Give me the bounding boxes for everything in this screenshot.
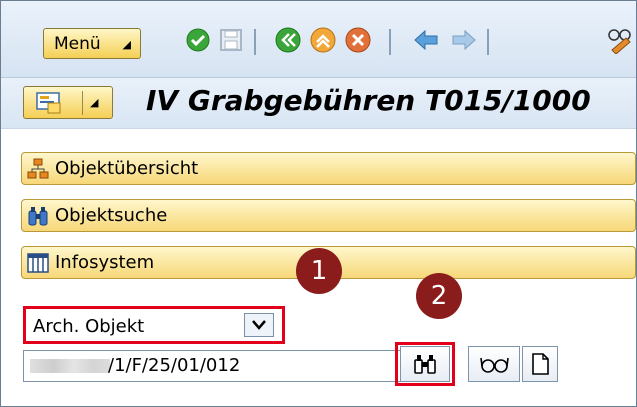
- page-title: IV Grabgebühren T015/1000: [146, 84, 591, 117]
- arrow-left-icon[interactable]: [411, 25, 441, 55]
- nav-label: Objektsuche: [55, 205, 168, 226]
- back-icon[interactable]: [273, 25, 303, 55]
- display-button[interactable]: [468, 346, 520, 382]
- chevron-down-icon[interactable]: [244, 313, 274, 337]
- nav-label: Objektübersicht: [55, 158, 199, 179]
- search-category-select[interactable]: Arch. Objekt: [23, 306, 285, 344]
- caret-icon: ◢: [90, 96, 99, 109]
- hierarchy-icon: [27, 158, 49, 180]
- step-badge-1: 1: [296, 248, 342, 294]
- save-icon[interactable]: [216, 25, 246, 55]
- cancel-icon[interactable]: [343, 25, 373, 55]
- check-icon[interactable]: [183, 25, 213, 55]
- highlight-box: [395, 342, 455, 386]
- caret-icon: ◢: [122, 38, 131, 51]
- separator: [389, 29, 391, 55]
- glasses-icon[interactable]: [606, 25, 636, 55]
- step-badge-2: 2: [416, 273, 462, 319]
- arrow-right-icon[interactable]: [449, 25, 479, 55]
- glasses-icon: [480, 357, 509, 373]
- exit-icon[interactable]: [308, 25, 338, 55]
- nav-label: Infosystem: [55, 252, 155, 273]
- binoculars-icon: [27, 205, 49, 227]
- table-icon: [27, 252, 49, 274]
- menu-button[interactable]: Menü ◢: [43, 28, 141, 59]
- nav-objektuebersicht[interactable]: Objektübersicht: [21, 152, 636, 185]
- title-bar: ◢ IV Grabgebühren T015/1000: [1, 78, 636, 129]
- menu-label: Menü: [54, 33, 101, 54]
- separator: [254, 29, 256, 55]
- screen-icon: [36, 92, 66, 118]
- divider: [82, 91, 83, 115]
- transaction-menu-button[interactable]: ◢: [23, 86, 113, 119]
- system-toolbar: Menü ◢: [1, 1, 636, 78]
- separator: [487, 29, 489, 55]
- document-icon: [532, 353, 549, 375]
- select-value: Arch. Objekt: [33, 316, 145, 337]
- search-input[interactable]: /1/F/25/01/012: [23, 350, 403, 382]
- redacted-prefix: [30, 359, 110, 373]
- sap-window: Menü ◢ ◢ IV Grabgebühren T015/1000 Objek…: [0, 0, 637, 407]
- nav-objektsuche[interactable]: Objektsuche: [21, 199, 636, 232]
- new-document-button[interactable]: [522, 346, 558, 382]
- search-input-value: /1/F/25/01/012: [108, 355, 241, 376]
